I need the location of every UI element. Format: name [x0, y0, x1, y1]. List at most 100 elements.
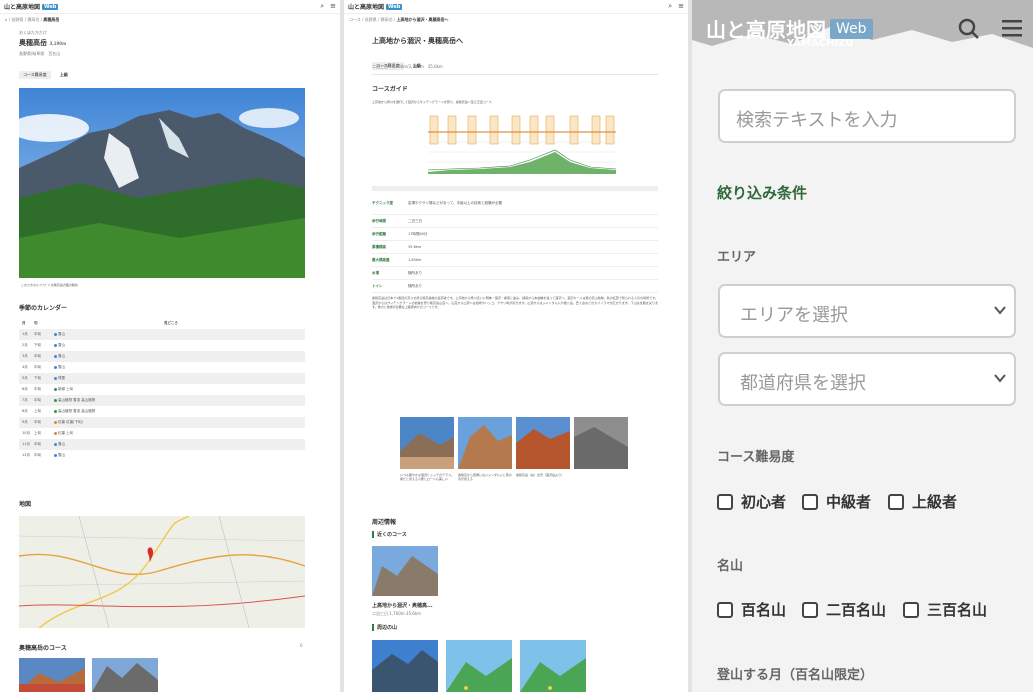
calendar-row: 3月 中旬 雪山 [19, 351, 305, 362]
search-input[interactable]: 検索テキストを入力 [718, 89, 1016, 143]
logo[interactable]: 山と高原地図 Web [348, 2, 403, 11]
prefecture-select[interactable]: 都道府県を選択 [718, 352, 1016, 406]
info-row: 水場 随所あり [372, 267, 658, 280]
course-page-panel: 山と高原地図 Web ⌕ ≡ コース / 長野県 / 穂高岳 / 上高地から涸沢・奥… [344, 0, 688, 692]
menu-icon[interactable]: ≡ [678, 2, 684, 11]
season-dot-icon [54, 421, 57, 424]
season-dot-icon [54, 377, 57, 380]
mountain-kana: おくほたかだけ [19, 30, 47, 35]
breadcrumb-pref[interactable]: 長野県 [365, 17, 377, 22]
calendar-header: 月旬見どころ [19, 318, 305, 329]
nearby-mountain-title: 周辺の山 [372, 624, 397, 631]
calendar-row: 10月 上旬 紅葉 上旬 [22, 431, 74, 435]
menu-icon[interactable]: ≡ [330, 2, 336, 11]
nearby-course-name[interactable]: 上高地から涸沢・奥穂高... [372, 602, 433, 609]
course-thumb-1[interactable] [19, 658, 85, 692]
chevron-down-icon [994, 374, 1006, 383]
location-meta: 長野県/岐阜県 [19, 51, 45, 56]
mountain-page-panel: 山と高原地図 Web ⌕ ≡ ⌂ / 長野県 / 穂高岳 / 奥穂高岳 おくほたかだ… [0, 0, 340, 692]
photo-caption: いつも賑やかな涸沢ヒュッテのテラス。紫だと見える小屋とロードも美しい [400, 473, 454, 481]
course-photo-2[interactable] [458, 417, 512, 469]
photo-caption: このさきホルプス？1 北穂高岳方面の眺め [21, 283, 78, 287]
season-dot-icon [54, 366, 57, 369]
season-dot-icon [54, 355, 57, 358]
season-dot-icon [54, 399, 57, 402]
calendar-row: 2月 下旬 雪山 [22, 343, 65, 347]
page-title: 上高地から涸沢・奥穂高岳へ [372, 37, 463, 45]
course-thumb-2[interactable] [92, 658, 158, 692]
season-dot-icon [54, 443, 57, 446]
logo-sub: YAMACHIZU [787, 38, 854, 49]
search-drawer: 山と高原地図 Web YAMACHIZU 検索テキストを入力 絞り込み条件 エリ… [692, 0, 1033, 692]
guide-title: コースガイド [372, 86, 408, 93]
area-map[interactable] [19, 516, 305, 628]
calendar-row: 7月 中旬 高山植物 雪渓 高山植物 [19, 395, 305, 406]
famous-100-checkbox[interactable]: 百名山 [717, 599, 786, 620]
nearby-mountain-photo-1[interactable] [372, 640, 438, 692]
season-dot-icon [54, 454, 57, 457]
days-meta: 二泊三日 [372, 64, 388, 69]
calendar-row: 5月 下旬 残雪 [19, 373, 305, 384]
breadcrumb: ⌂ / 長野県 / 穂高岳 / 奥穂高岳 [5, 17, 60, 22]
header: 山と高原地図 Web ⌕ ≡ [344, 0, 688, 14]
breadcrumb-area[interactable]: 穂高岳 [27, 17, 39, 22]
info-row: 歩行距離 17時間40分 [372, 228, 658, 241]
info-row: 最大標高差 1,650m [372, 254, 658, 267]
menu-icon[interactable] [1002, 19, 1024, 39]
courses-title: 奥穂高岳のコース [19, 645, 67, 652]
nearby-title: 周辺情報 [372, 519, 397, 526]
course-photo-3[interactable] [516, 417, 570, 469]
famous-label: 名山 [717, 559, 744, 574]
calendar-row: 11月 中旬 雪山 [19, 439, 305, 450]
page-title: 奥穂高岳 [19, 39, 47, 47]
course-description: 奥穂高岳は日本で3番目の高さを誇る穂高連峰の最高峰です。上高地から梓川沿いに明神… [372, 296, 658, 310]
season-calendar: 月旬見どころ 1月 中旬 雪山 2月 下旬 雪山 3月 中旬 雪山 4月 中旬 雪山 5月 下旬 残雪 6月中… [19, 318, 305, 461]
breadcrumb-home[interactable]: ⌂ [5, 17, 8, 22]
elevation: 3,190m [49, 41, 67, 46]
breadcrumb-course[interactable]: コース [349, 17, 361, 22]
alt-meta: 1,760m/3,190m [391, 64, 424, 69]
breadcrumb-area[interactable]: 穂高岳 [381, 17, 393, 22]
guide-sub: 上高地から梓川を遡行して涸沢からザイテングラートを登り、奥穂高岳へ至る王道コース [372, 100, 492, 104]
courses-count: 0 [300, 643, 303, 648]
search-icon[interactable] [958, 18, 980, 40]
mountain-photo [19, 88, 305, 278]
season-dot-icon [54, 388, 57, 391]
calendar-row: 9月 中旬 紅葉 紅葉(下旬) [19, 417, 305, 428]
calendar-row: 8月 上旬 高山植物 雪渓 高山植物 [22, 409, 96, 413]
info-row: 歩行時間 二泊三日 [372, 215, 658, 228]
logo[interactable]: 山と高原地図 Web [4, 2, 59, 11]
season-dot-icon [54, 333, 57, 336]
month-label: 登山する月（百名山限定） [717, 668, 874, 683]
nearby-mountain-photo-2[interactable] [446, 640, 512, 692]
season-dot-icon [54, 432, 57, 435]
breadcrumb-pref[interactable]: 長野県 [11, 17, 23, 22]
chevron-down-icon [994, 306, 1006, 315]
difficulty-advanced-checkbox[interactable]: 上級者 [888, 491, 957, 512]
breadcrumb-current: 上高地から涸沢・奥穂高岳へ [396, 17, 449, 22]
area-label: エリア [717, 250, 757, 265]
nearby-course-photo[interactable] [372, 546, 438, 596]
famous-300-checkbox[interactable]: 三百名山 [903, 599, 987, 620]
photo-caption: 奥穂高から西側にはジャンダルムと馬の背が見える [458, 473, 512, 481]
course-photo-1[interactable] [400, 417, 454, 469]
search-icon[interactable]: ⌕ [668, 2, 672, 11]
area-select[interactable]: エリアを選択 [718, 284, 1016, 338]
search-icon[interactable]: ⌕ [320, 2, 324, 11]
calendar-row: 12月 中旬 雪山 [22, 453, 65, 457]
nearby-mountain-photo-3[interactable] [520, 640, 586, 692]
season-dot-icon [54, 344, 57, 347]
distance-meta: 35.6km [427, 64, 443, 69]
difficulty-label: コース難易度 [717, 450, 795, 465]
famous-meta: 百名山 [48, 51, 61, 56]
course-photo-4[interactable] [574, 417, 628, 469]
map-title: 地図 [19, 501, 32, 508]
calendar-row: 1月 中旬 雪山 [19, 329, 305, 340]
difficulty-badge: 上級 [55, 71, 72, 79]
elevation-profile-chart [420, 112, 616, 178]
photo-caption: 奥穂高岳（右）全景（涸沢岳より） [516, 473, 564, 477]
difficulty-intermediate-checkbox[interactable]: 中級者 [802, 491, 871, 512]
difficulty-beginner-checkbox[interactable]: 初心者 [717, 491, 786, 512]
famous-200-checkbox[interactable]: 二百名山 [802, 599, 886, 620]
course-info-table: テクニック度 岩場やクサリ場などがあって、中級以上の技術と経験が必要 歩行時間 二泊… [372, 193, 658, 293]
